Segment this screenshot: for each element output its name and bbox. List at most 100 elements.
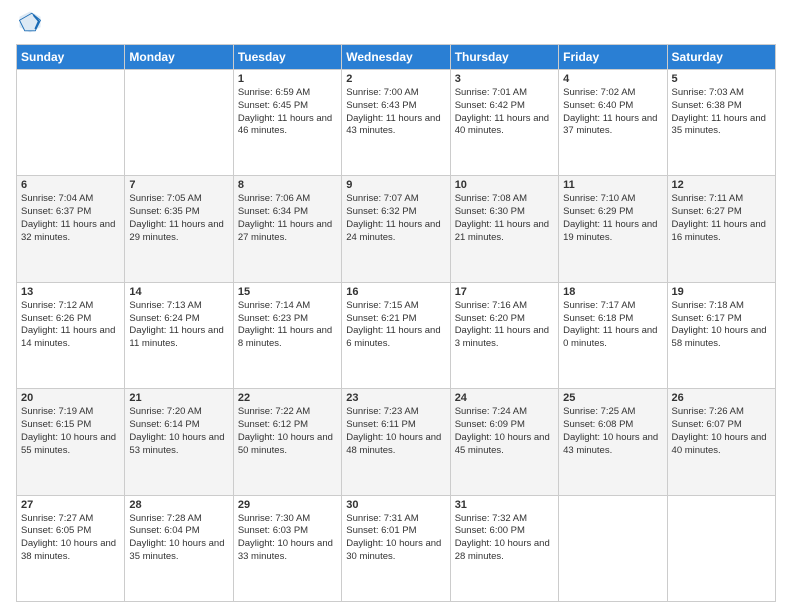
day-number: 27	[21, 499, 120, 511]
day-number: 16	[346, 286, 445, 298]
calendar-cell: 22 Sunrise: 7:22 AM Sunset: 6:12 PM Dayli…	[233, 389, 341, 495]
col-monday: Monday	[125, 45, 233, 70]
day-number: 7	[129, 179, 228, 191]
day-number: 3	[455, 73, 554, 85]
day-info: Sunrise: 7:07 AM Sunset: 6:32 PM Dayligh…	[346, 193, 445, 244]
calendar-cell: 7 Sunrise: 7:05 AM Sunset: 6:35 PM Daylig…	[125, 176, 233, 282]
calendar-cell	[559, 495, 667, 601]
calendar-cell: 29 Sunrise: 7:30 AM Sunset: 6:03 PM Dayli…	[233, 495, 341, 601]
day-info: Sunrise: 7:24 AM Sunset: 6:09 PM Dayligh…	[455, 406, 554, 457]
day-number: 17	[455, 286, 554, 298]
day-info: Sunrise: 7:17 AM Sunset: 6:18 PM Dayligh…	[563, 300, 662, 351]
calendar-cell: 24 Sunrise: 7:24 AM Sunset: 6:09 PM Dayli…	[450, 389, 558, 495]
day-number: 4	[563, 73, 662, 85]
day-info: Sunrise: 7:13 AM Sunset: 6:24 PM Dayligh…	[129, 300, 228, 351]
day-info: Sunrise: 7:16 AM Sunset: 6:20 PM Dayligh…	[455, 300, 554, 351]
calendar-cell: 2 Sunrise: 7:00 AM Sunset: 6:43 PM Daylig…	[342, 70, 450, 176]
day-info: Sunrise: 7:00 AM Sunset: 6:43 PM Dayligh…	[346, 87, 445, 138]
day-number: 10	[455, 179, 554, 191]
day-info: Sunrise: 7:31 AM Sunset: 6:01 PM Dayligh…	[346, 513, 445, 564]
day-info: Sunrise: 7:25 AM Sunset: 6:08 PM Dayligh…	[563, 406, 662, 457]
day-number: 18	[563, 286, 662, 298]
calendar-cell: 20Sunrise: 7:19 AM Sunset: 6:15 PM Dayli…	[17, 389, 125, 495]
calendar-cell: 13 Sunrise: 7:12 AM Sunset: 6:26 PM Dayli…	[17, 282, 125, 388]
calendar-cell: 6Sunrise: 7:04 AM Sunset: 6:37 PM Daylig…	[17, 176, 125, 282]
calendar-cell: 26Sunrise: 7:26 AM Sunset: 6:07 PM Dayli…	[667, 389, 775, 495]
day-info: Sunrise: 7:18 AM Sunset: 6:17 PM Dayligh…	[672, 300, 771, 351]
calendar-cell: 21 Sunrise: 7:20 AM Sunset: 6:14 PM Dayli…	[125, 389, 233, 495]
calendar-cell: 12 Sunrise: 7:11 AM Sunset: 6:27 PM Dayli…	[667, 176, 775, 282]
day-number: 24	[455, 392, 554, 404]
day-info: Sunrise: 7:19 AM Sunset: 6:15 PM Dayligh…	[21, 406, 120, 457]
day-number: 12	[672, 179, 771, 191]
day-info: Sunrise: 7:08 AM Sunset: 6:30 PM Dayligh…	[455, 193, 554, 244]
calendar-week-1: 1 Sunrise: 6:59 AM Sunset: 6:45 PM Daylig…	[17, 70, 776, 176]
day-number: 11	[563, 179, 662, 191]
day-number: 31	[455, 499, 554, 511]
col-friday: Friday	[559, 45, 667, 70]
header	[16, 12, 776, 36]
calendar-week-4: 20Sunrise: 7:19 AM Sunset: 6:15 PM Dayli…	[17, 389, 776, 495]
calendar-cell: 15 Sunrise: 7:14 AM Sunset: 6:23 PM Dayli…	[233, 282, 341, 388]
col-sunday: Sunday	[17, 45, 125, 70]
day-info: Sunrise: 7:30 AM Sunset: 6:03 PM Dayligh…	[238, 513, 337, 564]
day-info: Sunrise: 7:04 AM Sunset: 6:37 PM Dayligh…	[21, 193, 120, 244]
calendar-cell: 9 Sunrise: 7:07 AM Sunset: 6:32 PM Daylig…	[342, 176, 450, 282]
day-info: Sunrise: 7:12 AM Sunset: 6:26 PM Dayligh…	[21, 300, 120, 351]
calendar-cell	[667, 495, 775, 601]
day-number: 15	[238, 286, 337, 298]
day-number: 29	[238, 499, 337, 511]
calendar-cell: 11 Sunrise: 7:10 AM Sunset: 6:29 PM Dayli…	[559, 176, 667, 282]
calendar-cell: 28 Sunrise: 7:28 AM Sunset: 6:04 PM Dayli…	[125, 495, 233, 601]
day-info: Sunrise: 7:03 AM Sunset: 6:38 PM Dayligh…	[672, 87, 771, 138]
calendar-table: Sunday Monday Tuesday Wednesday Thursday…	[16, 44, 776, 602]
day-info: Sunrise: 7:15 AM Sunset: 6:21 PM Dayligh…	[346, 300, 445, 351]
generalblue-logo-icon	[16, 8, 44, 36]
day-number: 1	[238, 73, 337, 85]
day-info: Sunrise: 7:20 AM Sunset: 6:14 PM Dayligh…	[129, 406, 228, 457]
day-number: 25	[563, 392, 662, 404]
day-info: Sunrise: 7:05 AM Sunset: 6:35 PM Dayligh…	[129, 193, 228, 244]
calendar-cell: 4 Sunrise: 7:02 AM Sunset: 6:40 PM Daylig…	[559, 70, 667, 176]
day-number: 14	[129, 286, 228, 298]
logo	[16, 12, 48, 36]
calendar-cell: 1 Sunrise: 6:59 AM Sunset: 6:45 PM Daylig…	[233, 70, 341, 176]
day-info: Sunrise: 7:14 AM Sunset: 6:23 PM Dayligh…	[238, 300, 337, 351]
calendar-cell: 25 Sunrise: 7:25 AM Sunset: 6:08 PM Dayli…	[559, 389, 667, 495]
day-number: 13	[21, 286, 120, 298]
col-wednesday: Wednesday	[342, 45, 450, 70]
col-thursday: Thursday	[450, 45, 558, 70]
day-number: 19	[672, 286, 771, 298]
day-info: Sunrise: 7:11 AM Sunset: 6:27 PM Dayligh…	[672, 193, 771, 244]
calendar-cell: 8Sunrise: 7:06 AM Sunset: 6:34 PM Daylig…	[233, 176, 341, 282]
day-info: Sunrise: 7:02 AM Sunset: 6:40 PM Dayligh…	[563, 87, 662, 138]
calendar-cell	[125, 70, 233, 176]
day-info: Sunrise: 7:26 AM Sunset: 6:07 PM Dayligh…	[672, 406, 771, 457]
day-info: Sunrise: 7:01 AM Sunset: 6:42 PM Dayligh…	[455, 87, 554, 138]
calendar-week-2: 6Sunrise: 7:04 AM Sunset: 6:37 PM Daylig…	[17, 176, 776, 282]
day-info: Sunrise: 7:32 AM Sunset: 6:00 PM Dayligh…	[455, 513, 554, 564]
day-number: 28	[129, 499, 228, 511]
calendar-cell: 23Sunrise: 7:23 AM Sunset: 6:11 PM Dayli…	[342, 389, 450, 495]
col-tuesday: Tuesday	[233, 45, 341, 70]
day-number: 2	[346, 73, 445, 85]
day-number: 21	[129, 392, 228, 404]
day-info: Sunrise: 6:59 AM Sunset: 6:45 PM Dayligh…	[238, 87, 337, 138]
day-info: Sunrise: 7:27 AM Sunset: 6:05 PM Dayligh…	[21, 513, 120, 564]
day-number: 5	[672, 73, 771, 85]
calendar-cell: 27 Sunrise: 7:27 AM Sunset: 6:05 PM Dayli…	[17, 495, 125, 601]
day-info: Sunrise: 7:10 AM Sunset: 6:29 PM Dayligh…	[563, 193, 662, 244]
calendar-week-3: 13 Sunrise: 7:12 AM Sunset: 6:26 PM Dayli…	[17, 282, 776, 388]
calendar-cell: 3 Sunrise: 7:01 AM Sunset: 6:42 PM Daylig…	[450, 70, 558, 176]
day-info: Sunrise: 7:28 AM Sunset: 6:04 PM Dayligh…	[129, 513, 228, 564]
day-info: Sunrise: 7:22 AM Sunset: 6:12 PM Dayligh…	[238, 406, 337, 457]
day-number: 30	[346, 499, 445, 511]
day-number: 9	[346, 179, 445, 191]
day-number: 22	[238, 392, 337, 404]
calendar-cell: 18 Sunrise: 7:17 AM Sunset: 6:18 PM Dayli…	[559, 282, 667, 388]
calendar-cell: 14 Sunrise: 7:13 AM Sunset: 6:24 PM Dayli…	[125, 282, 233, 388]
calendar-cell: 10 Sunrise: 7:08 AM Sunset: 6:30 PM Dayli…	[450, 176, 558, 282]
day-number: 23	[346, 392, 445, 404]
calendar-cell: 16 Sunrise: 7:15 AM Sunset: 6:21 PM Dayli…	[342, 282, 450, 388]
calendar-cell: 31 Sunrise: 7:32 AM Sunset: 6:00 PM Dayli…	[450, 495, 558, 601]
